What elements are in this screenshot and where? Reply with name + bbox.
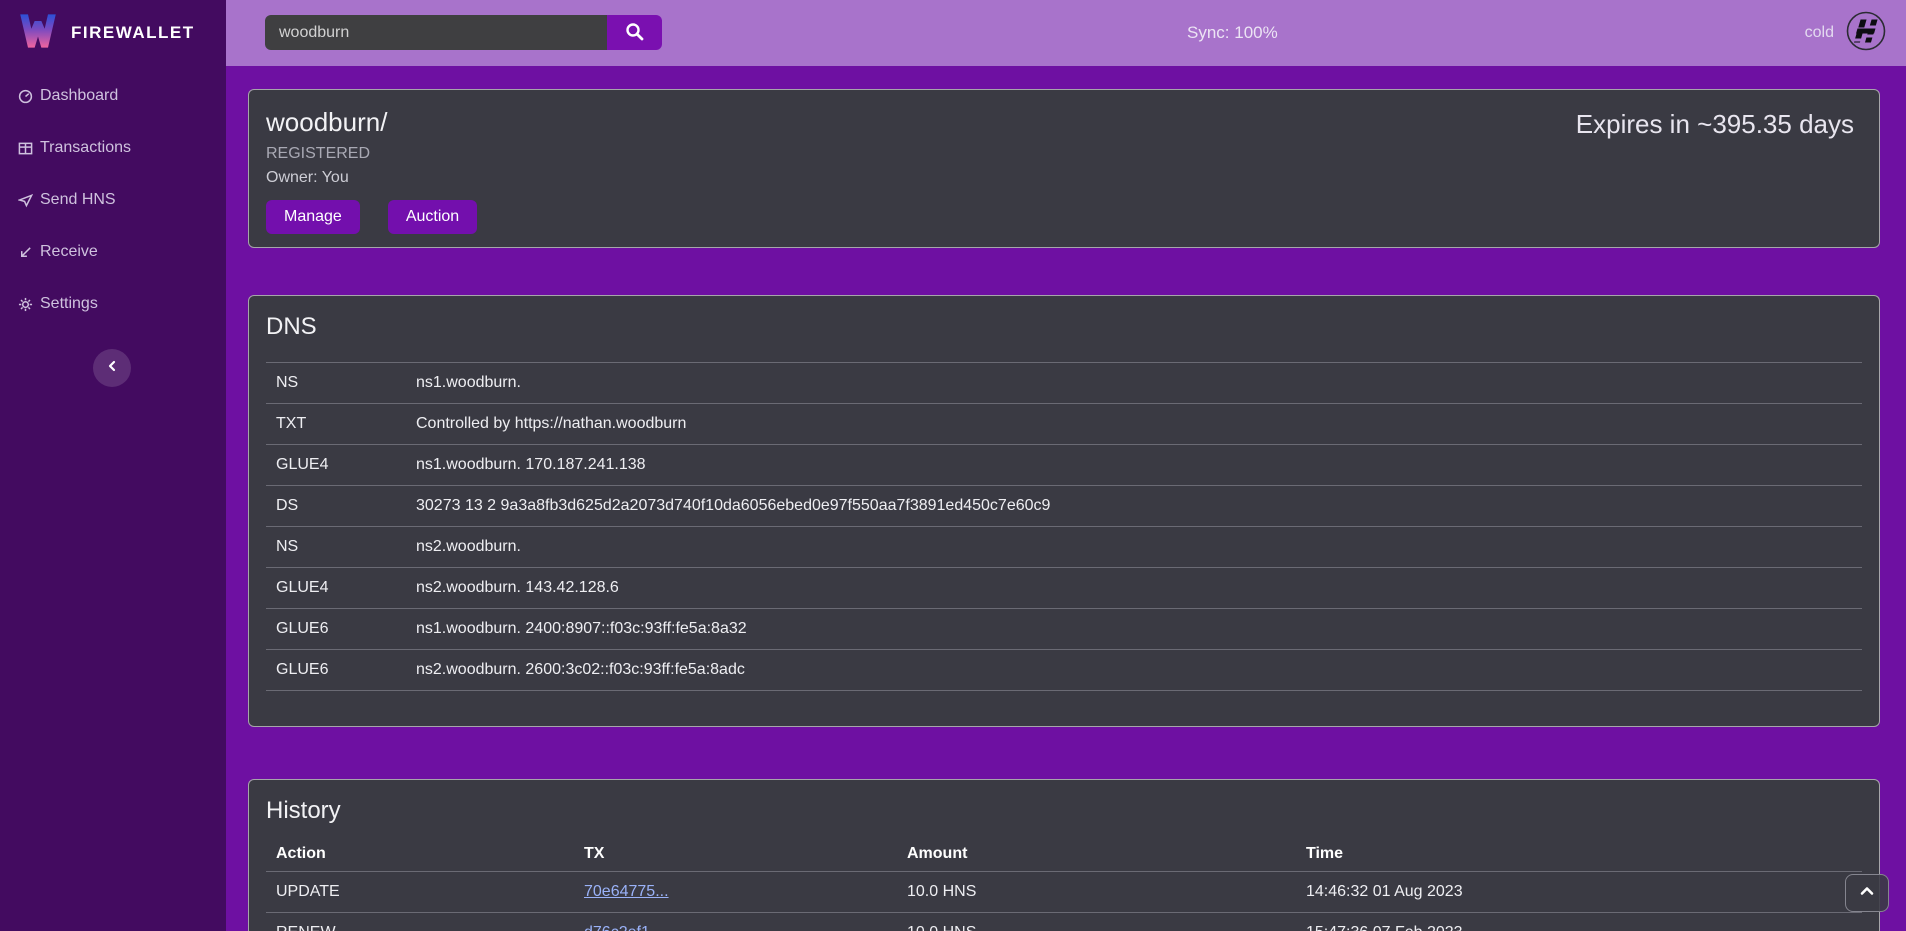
search-button[interactable] [607,15,662,50]
sidebar-collapse-button[interactable] [93,349,131,387]
history-title: History [266,797,1862,825]
sidebar-item-label: Settings [40,295,98,313]
dns-record-value: ns2.woodburn. [406,527,1862,568]
sidebar-item-settings[interactable]: Settings [0,278,226,330]
topbar-right: cold [1805,0,1886,66]
dns-record-value: ns2.woodburn. 2600:3c02::f03c:93ff:fe5a:… [406,650,1862,691]
dns-row: DS 30273 13 2 9a3a8fb3d625d2a2073d740f10… [266,486,1862,527]
dns-card: DNS NS ns1.woodburn. TXT Controlled by h… [248,295,1880,727]
search-icon [625,22,644,44]
history-row: RENEW d76c2ef1... 10.0 HNS 15:47:36 07 F… [266,913,1862,931]
dns-record-type: GLUE6 [266,609,406,650]
receive-arrow-icon [18,245,33,260]
brand[interactable]: FIREWALLET [0,0,226,66]
history-amount: 10.0 HNS [897,913,1296,931]
domain-card: woodburn/ REGISTERED Owner: You Manage A… [248,89,1880,248]
dns-record-type: TXT [266,404,406,445]
history-col-amount: Amount [897,837,1296,872]
sidebar-item-label: Transactions [40,139,131,157]
auction-button[interactable]: Auction [388,200,477,234]
dns-row: GLUE4 ns2.woodburn. 143.42.128.6 [266,568,1862,609]
sidebar-item-transactions[interactable]: Transactions [0,122,226,174]
sidebar-nav: Dashboard Transactions Send HNS Receive … [0,70,226,330]
sidebar: FIREWALLET Dashboard Transactions Send H… [0,0,226,931]
dns-record-type: GLUE6 [266,650,406,691]
history-action: UPDATE [266,872,574,913]
main-content: woodburn/ REGISTERED Owner: You Manage A… [226,66,1906,931]
history-table: Action TX Amount Time UPDATE 70e64775...… [266,837,1862,931]
domain-status: REGISTERED [266,145,1862,163]
sync-status: Sync: 100% [1187,0,1278,66]
dns-record-value: ns1.woodburn. 170.187.241.138 [406,445,1862,486]
sidebar-item-receive[interactable]: Receive [0,226,226,278]
sidebar-item-dashboard[interactable]: Dashboard [0,70,226,122]
handshake-logo-icon[interactable] [1846,11,1886,56]
dns-table: NS ns1.woodburn. TXT Controlled by https… [266,362,1862,691]
firewallet-w-logo-icon [18,13,58,54]
dns-title: DNS [266,313,1862,341]
dns-record-type: NS [266,527,406,568]
dashboard-gauge-icon [18,89,33,104]
history-col-time: Time [1296,837,1862,872]
dns-row: GLUE4 ns1.woodburn. 170.187.241.138 [266,445,1862,486]
history-time: 14:46:32 01 Aug 2023 [1296,872,1862,913]
history-header-row: Action TX Amount Time [266,837,1862,872]
sidebar-item-label: Send HNS [40,191,116,209]
history-time: 15:47:36 07 Feb 2023 [1296,913,1862,931]
dns-row: NS ns2.woodburn. [266,527,1862,568]
dns-record-value: ns1.woodburn. 2400:8907::f03c:93ff:fe5a:… [406,609,1862,650]
history-row: UPDATE 70e64775... 10.0 HNS 14:46:32 01 … [266,872,1862,913]
dns-record-type: GLUE4 [266,445,406,486]
chevron-left-icon [105,359,119,378]
dns-record-type: DS [266,486,406,527]
domain-buttons: Manage Auction [266,200,1862,234]
history-col-action: Action [266,837,574,872]
send-plane-icon [18,193,33,208]
dns-record-value: 30273 13 2 9a3a8fb3d625d2a2073d740f10da6… [406,486,1862,527]
dns-row: TXT Controlled by https://nathan.woodbur… [266,404,1862,445]
topbar: Sync: 100% cold [226,0,1906,66]
brand-name: FIREWALLET [71,23,195,43]
history-action: RENEW [266,913,574,931]
domain-owner: Owner: You [266,169,1862,187]
dns-row: GLUE6 ns2.woodburn. 2600:3c02::f03c:93ff… [266,650,1862,691]
tx-link[interactable]: d76c2ef1... [584,924,663,931]
settings-gear-icon [18,297,33,312]
dns-record-value: ns2.woodburn. 143.42.128.6 [406,568,1862,609]
history-amount: 10.0 HNS [897,872,1296,913]
sidebar-item-label: Dashboard [40,87,118,105]
dns-record-value: ns1.woodburn. [406,363,1862,404]
transactions-table-icon [18,141,33,156]
dns-record-value: Controlled by https://nathan.woodburn [406,404,1862,445]
dns-row: NS ns1.woodburn. [266,363,1862,404]
manage-button[interactable]: Manage [266,200,360,234]
scroll-to-top-button[interactable] [1845,874,1889,912]
dns-record-type: GLUE4 [266,568,406,609]
dns-row: GLUE6 ns1.woodburn. 2400:8907::f03c:93ff… [266,609,1862,650]
sidebar-item-label: Receive [40,243,98,261]
history-card: History Action TX Amount Time UPDATE 70e… [248,779,1880,931]
domain-expiry: Expires in ~395.35 days [1576,109,1854,140]
tx-link[interactable]: 70e64775... [584,883,669,900]
chevron-up-icon [1859,884,1875,902]
dns-record-type: NS [266,363,406,404]
history-col-tx: TX [574,837,897,872]
search-input[interactable] [265,15,607,50]
search-group [265,15,662,50]
wallet-name: cold [1805,24,1834,42]
sidebar-item-send-hns[interactable]: Send HNS [0,174,226,226]
